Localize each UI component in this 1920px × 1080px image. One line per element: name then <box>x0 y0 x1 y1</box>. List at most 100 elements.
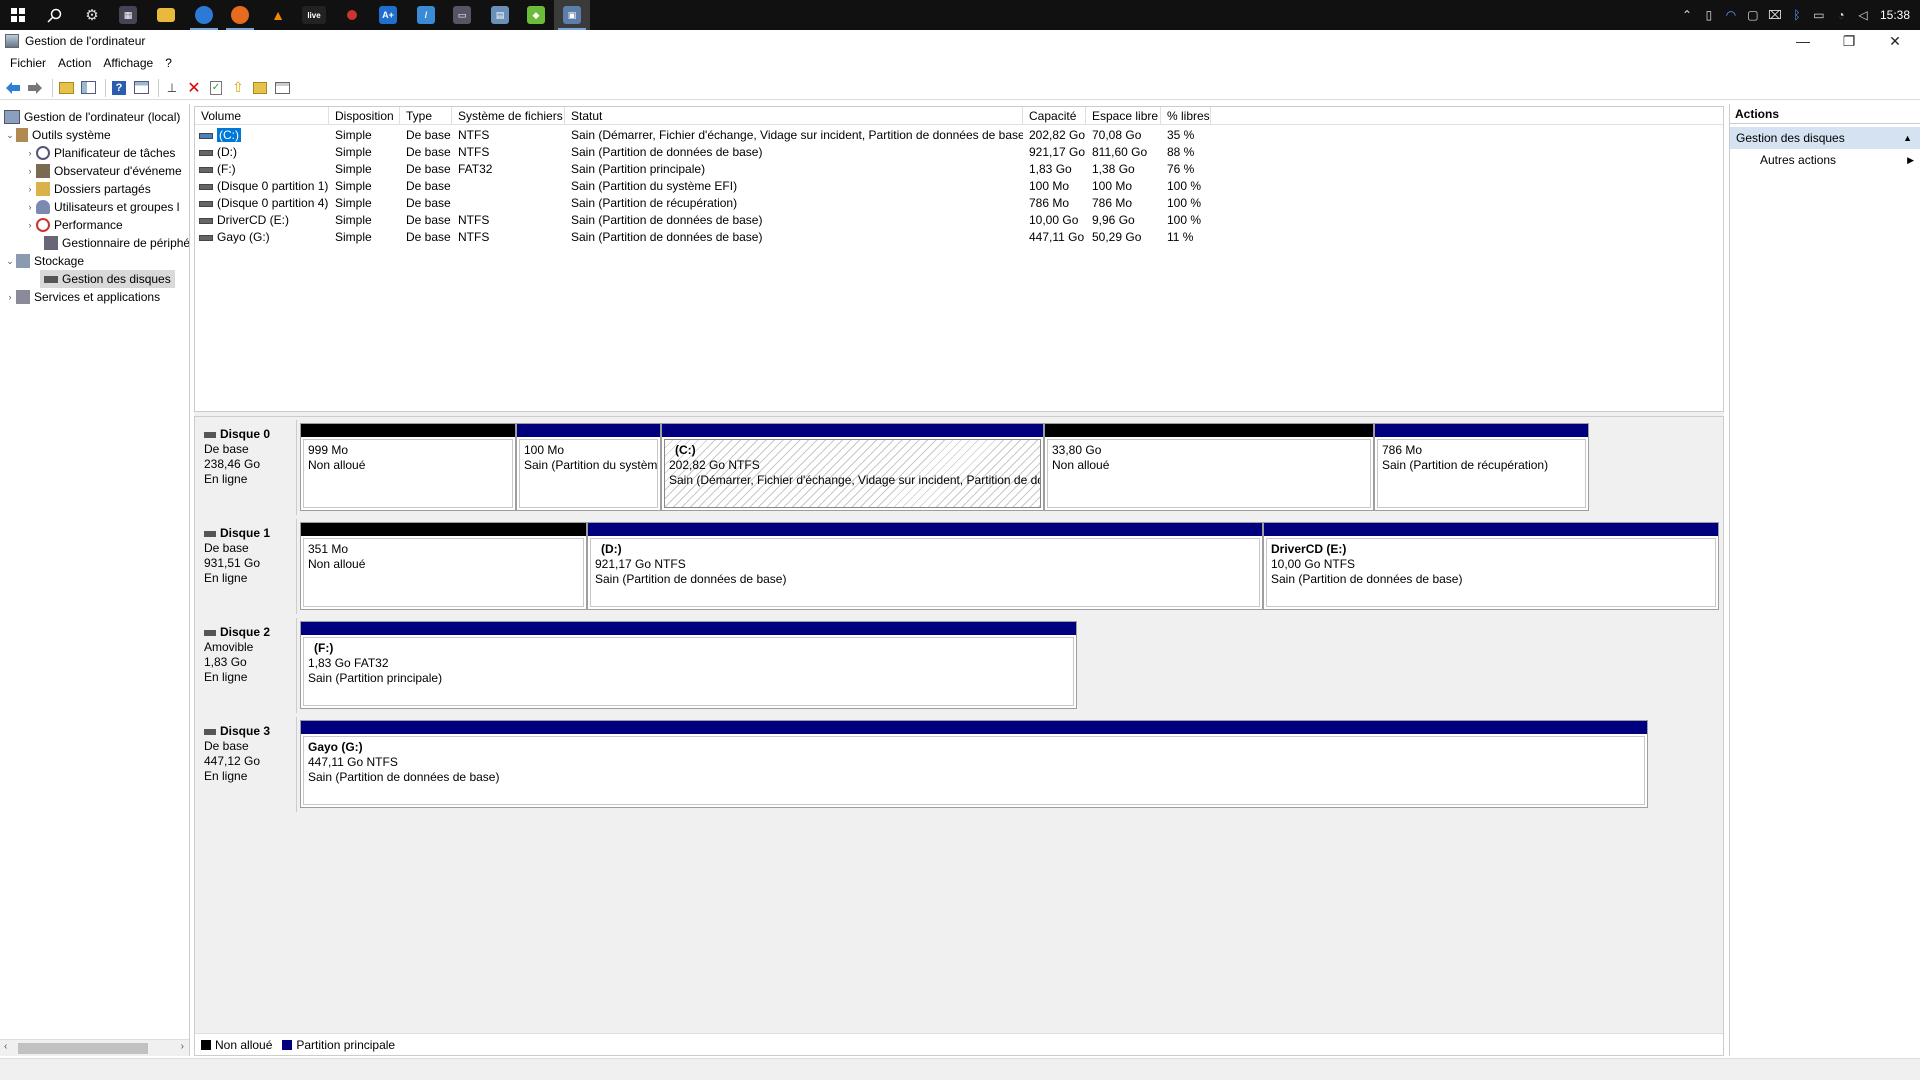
table-row[interactable]: Gayo (G:) Simple De base NTFS Sain (Part… <box>195 229 1723 246</box>
close-button[interactable]: ✕ <box>1872 30 1918 52</box>
partition-disk0-2[interactable]: 100 Mo Sain (Partition du systèm <box>516 423 661 511</box>
browser-taskbar-button[interactable] <box>186 0 222 30</box>
partition-disk1-3[interactable]: DriverCD (E:) 10,00 Go NTFS Sain (Partit… <box>1263 522 1719 610</box>
properties-view-button[interactable] <box>132 79 150 97</box>
forward-button[interactable] <box>26 79 44 97</box>
column-header-volume[interactable]: Volume <box>195 107 329 125</box>
column-header-filesystem[interactable]: Système de fichiers <box>452 107 565 125</box>
battery-icon[interactable]: ▭ <box>1808 0 1830 30</box>
app-taskbar-button-1[interactable] <box>334 0 370 30</box>
app-taskbar-button-4[interactable]: ▭ <box>444 0 480 30</box>
tree-item-users-groups[interactable]: › Utilisateurs et groupes l <box>24 198 179 216</box>
network-disabled-icon[interactable]: ⌧ <box>1764 0 1786 30</box>
cloud-icon[interactable]: ◠ <box>1720 0 1742 30</box>
chevron-down-icon[interactable]: ⌄ <box>4 256 16 267</box>
tree-item-root[interactable]: Gestion de l'ordinateur (local) <box>0 108 180 126</box>
disk-label-0[interactable]: Disque 0 De base 238,46 Go En ligne <box>195 420 297 515</box>
tree-item-task-scheduler[interactable]: › Planificateur de tâches <box>24 144 175 162</box>
tree-item-device-manager[interactable]: Gestionnaire de périphé <box>36 234 189 252</box>
partition-disk0-5[interactable]: 786 Mo Sain (Partition de récupération) <box>1374 423 1589 511</box>
app-taskbar-button-2[interactable]: A+ <box>370 0 406 30</box>
tree-horizontal-scrollbar[interactable]: ‹ › <box>0 1039 189 1056</box>
app-taskbar-button-6[interactable]: ◆ <box>518 0 554 30</box>
explorer-taskbar-button[interactable] <box>148 0 184 30</box>
bluetooth-icon[interactable]: ᛒ <box>1786 0 1808 30</box>
column-header-status[interactable]: Statut <box>565 107 1023 125</box>
menu-help[interactable]: ? <box>159 56 178 70</box>
menu-fichier[interactable]: Fichier <box>4 56 52 70</box>
disk-label-1[interactable]: Disque 1 De base 931,51 Go En ligne <box>195 519 297 614</box>
partition-disk2-1[interactable]: (F:) 1,83 Go FAT32 Sain (Partition princ… <box>300 621 1077 709</box>
disk-label-2[interactable]: Disque 2 Amovible 1,83 Go En ligne <box>195 618 297 713</box>
tree-item-disk-management[interactable]: Gestion des disques <box>40 270 175 288</box>
column-header-disposition[interactable]: Disposition <box>329 107 400 125</box>
restore-button[interactable]: ❐ <box>1826 30 1872 52</box>
search-folder-button[interactable] <box>251 79 269 97</box>
volume-icon[interactable]: ◁ <box>1852 0 1874 30</box>
start-button[interactable] <box>0 0 36 30</box>
column-header-capacity[interactable]: Capacité <box>1023 107 1086 125</box>
chevron-right-icon[interactable]: › <box>24 148 36 158</box>
scrollbar-thumb[interactable] <box>18 1043 148 1054</box>
column-header-free-space[interactable]: Espace libre <box>1086 107 1161 125</box>
menu-action[interactable]: Action <box>52 56 97 70</box>
column-header-type[interactable]: Type <box>400 107 452 125</box>
export-button[interactable]: ⇧ <box>229 79 247 97</box>
collapse-caret-icon[interactable]: ▲ <box>1903 127 1912 149</box>
console-button[interactable] <box>273 79 291 97</box>
table-row[interactable]: (C:) Simple De base NTFS Sain (Démarrer,… <box>195 127 1723 144</box>
partition-disk3-1[interactable]: Gayo (G:) 447,11 Go NTFS Sain (Partition… <box>300 720 1648 808</box>
partition-disk0-1[interactable]: 999 Mo Non alloué <box>300 423 516 511</box>
calculator-taskbar-button[interactable]: ▦ <box>110 0 146 30</box>
scroll-left-icon[interactable]: ‹ <box>4 1041 7 1052</box>
search-button[interactable] <box>36 0 72 30</box>
actions-more-button[interactable]: Autres actions ▶ <box>1730 149 1920 171</box>
tree-item-system-tools[interactable]: ⌄ Outils système <box>4 126 111 144</box>
menu-affichage[interactable]: Affichage <box>97 56 159 70</box>
computer-management-taskbar-button[interactable]: ▣ <box>554 0 590 30</box>
partition-disk1-1[interactable]: 351 Mo Non alloué <box>300 522 587 610</box>
table-row[interactable]: DriverCD (E:) Simple De base NTFS Sain (… <box>195 212 1723 229</box>
tree-item-shared-folders[interactable]: › Dossiers partagés <box>24 180 151 198</box>
app-taskbar-button-5[interactable]: ▤ <box>482 0 518 30</box>
tree-item-storage[interactable]: ⌄ Stockage <box>4 252 84 270</box>
firefox-taskbar-button[interactable] <box>222 0 258 30</box>
settings-taskbar-button[interactable]: ⚙ <box>74 0 110 30</box>
vlc-taskbar-button[interactable]: ▲ <box>260 0 296 30</box>
disk-label-3[interactable]: Disque 3 De base 447,12 Go En ligne <box>195 717 297 812</box>
tree-item-event-viewer[interactable]: › Observateur d'événeme <box>24 162 182 180</box>
chevron-right-icon[interactable]: › <box>24 202 36 212</box>
usb-icon[interactable]: ▯ <box>1698 0 1720 30</box>
back-button[interactable] <box>4 79 22 97</box>
check-button[interactable]: ✓ <box>207 79 225 97</box>
window-icon[interactable]: ▢ <box>1742 0 1764 30</box>
chevron-down-icon[interactable]: ⌄ <box>4 130 16 141</box>
table-row[interactable]: (D:) Simple De base NTFS Sain (Partition… <box>195 144 1723 161</box>
chevron-right-icon[interactable]: › <box>24 184 36 194</box>
clock[interactable]: 15:38 <box>1874 8 1920 22</box>
column-header-percent-free[interactable]: % libres <box>1161 107 1211 125</box>
live-taskbar-button[interactable]: live <box>296 0 332 30</box>
partition-disk0-4[interactable]: 33,80 Go Non alloué <box>1044 423 1374 511</box>
connect-button[interactable]: ⟂ <box>163 79 181 97</box>
partition-disk0-3-selected[interactable]: (C:) 202,82 Go NTFS Sain (Démarrer, Fich… <box>661 423 1044 511</box>
table-row[interactable]: (F:) Simple De base FAT32 Sain (Partitio… <box>195 161 1723 178</box>
minimize-button[interactable]: — <box>1780 30 1826 52</box>
scroll-right-icon[interactable]: › <box>181 1041 184 1052</box>
wifi-icon[interactable]: ◔ <box>1830 0 1852 30</box>
show-hide-tree-button[interactable] <box>79 79 97 97</box>
app-taskbar-button-3[interactable]: / <box>408 0 444 30</box>
up-folder-button[interactable] <box>57 79 75 97</box>
chevron-right-icon[interactable]: › <box>24 220 36 230</box>
delete-button[interactable]: ✕ <box>185 79 203 97</box>
table-row[interactable]: (Disque 0 partition 4) Simple De base Sa… <box>195 195 1723 212</box>
tree-item-performance[interactable]: › Performance <box>24 216 123 234</box>
table-row[interactable]: (Disque 0 partition 1) Simple De base Sa… <box>195 178 1723 195</box>
chevron-right-icon[interactable]: › <box>4 292 16 302</box>
partition-disk1-2[interactable]: (D:) 921,17 Go NTFS Sain (Partition de d… <box>587 522 1263 610</box>
actions-section-disk-management[interactable]: Gestion des disques ▲ <box>1730 127 1920 149</box>
help-button[interactable]: ? <box>110 79 128 97</box>
chevron-up-icon[interactable]: ⌃ <box>1676 0 1698 30</box>
tree-item-services-apps[interactable]: › Services et applications <box>4 288 160 306</box>
chevron-right-icon[interactable]: › <box>24 166 36 176</box>
